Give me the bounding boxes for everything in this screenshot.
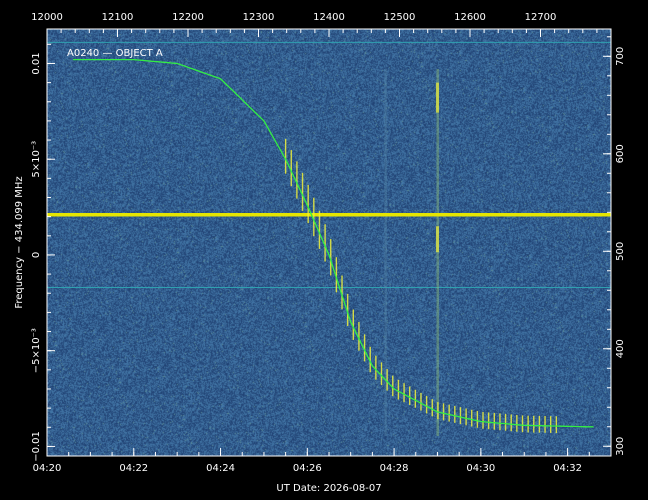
top-tick-label: 12400: [313, 12, 345, 23]
right-tick-label: 700: [615, 47, 626, 66]
x-tick-label: 04:28: [380, 463, 409, 474]
noise-texture: [47, 29, 611, 456]
top-tick-label: 12700: [525, 12, 557, 23]
right-tick-label: 300: [615, 437, 626, 456]
x-tick-label: 04:20: [33, 463, 62, 474]
y-axis-label: Frequency − 434.099 MHz: [14, 176, 25, 308]
top-tick-label: 12100: [102, 12, 134, 23]
top-tick-label: 12000: [31, 12, 63, 23]
y-tick-label: 5×10⁻³: [31, 141, 42, 178]
x-tick-label: 04:26: [293, 463, 322, 474]
y-tick-label: −5×10⁻³: [31, 328, 42, 373]
interference-burst: [435, 226, 439, 253]
x-tick-label: 04:32: [553, 463, 582, 474]
object-annotation: A0240 — OBJECT A: [67, 48, 163, 59]
y-tick-label: 0: [31, 252, 42, 258]
top-tick-label: 12500: [384, 12, 416, 23]
right-tick-label: 400: [615, 339, 626, 358]
top-tick-label: 12600: [454, 12, 486, 23]
right-tick-label: 500: [615, 242, 626, 261]
x-tick-label: 04:30: [466, 463, 495, 474]
x-tick-label: 04:22: [119, 463, 148, 474]
x-tick-label: 04:24: [206, 463, 235, 474]
y-tick-label: −0.01: [31, 431, 42, 462]
plot-area: A0240 — OBJECT A: [46, 28, 612, 457]
top-tick-label: 12300: [243, 12, 275, 23]
spectrogram-figure: A0240 — OBJECT A 04:20 04:22 04:24 04:26 04:…: [0, 0, 648, 500]
interference-column: [436, 69, 439, 436]
x-axis-label: UT Date: 2026-08-07: [276, 483, 381, 494]
top-tick-label: 12200: [172, 12, 204, 23]
y-tick-label: 0.01: [31, 52, 42, 74]
interference-burst: [435, 82, 439, 113]
right-tick-label: 600: [615, 144, 626, 163]
